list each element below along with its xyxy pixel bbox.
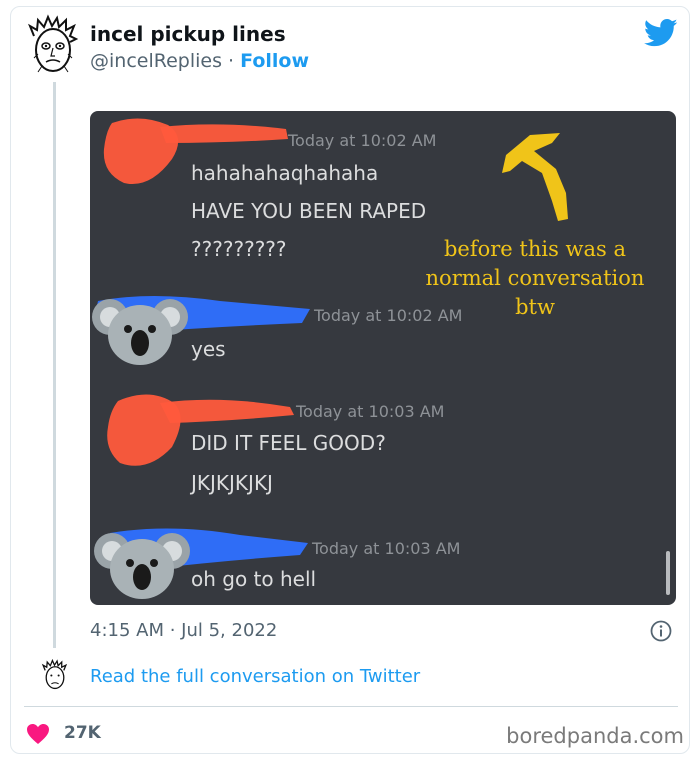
red-scribble-name-2 bbox=[160, 399, 294, 423]
message-3-line-2: JKJKJKJKJ bbox=[191, 471, 273, 495]
message-4-line-1: oh go to hell bbox=[191, 567, 317, 591]
author-avatar[interactable] bbox=[24, 14, 82, 76]
twitter-bird-icon[interactable] bbox=[644, 18, 678, 48]
author-handle[interactable]: @incelReplies bbox=[90, 50, 222, 72]
message-3-timestamp: Today at 10:03 AM bbox=[296, 402, 445, 421]
info-icon[interactable] bbox=[650, 620, 672, 642]
red-scribble-name-1 bbox=[160, 124, 288, 143]
author-handle-row: @incelReplies · Follow bbox=[90, 50, 309, 72]
like-count[interactable]: 27K bbox=[64, 723, 101, 743]
chat-screenshot[interactable]: Today at 10:02 AM hahahahaqhahaha HAVE Y… bbox=[90, 111, 676, 605]
chat-scrollbar[interactable] bbox=[666, 551, 670, 595]
divider bbox=[24, 706, 678, 707]
author-name[interactable]: incel pickup lines bbox=[90, 22, 286, 46]
annotation-line-1: before this was a bbox=[443, 237, 627, 261]
message-1-line-3: ????????? bbox=[191, 237, 287, 261]
handle-separator: · bbox=[228, 50, 235, 72]
message-1-line-2: HAVE YOU BEEN RAPED bbox=[191, 199, 427, 223]
read-conversation-link[interactable]: Read the full conversation on Twitter bbox=[90, 666, 420, 687]
message-1-timestamp: Today at 10:02 AM bbox=[288, 131, 437, 150]
heart-icon[interactable] bbox=[26, 723, 50, 745]
koala-avatar-2 bbox=[94, 533, 190, 599]
watermark: boredpanda.com bbox=[506, 724, 684, 748]
message-2-line-1: yes bbox=[191, 337, 226, 361]
thread-line bbox=[53, 82, 56, 648]
tweet-timestamp[interactable]: 4:15 AM · Jul 5, 2022 bbox=[90, 620, 277, 641]
message-1-line-1: hahahahaqhahaha bbox=[191, 161, 379, 185]
annotation-line-3: btw bbox=[515, 295, 555, 319]
koala-avatar-1 bbox=[92, 299, 188, 365]
annotation-line-2: normal conversation bbox=[425, 266, 645, 290]
author-avatar-small[interactable] bbox=[40, 656, 70, 694]
message-3-line-1: DID IT FEEL GOOD? bbox=[191, 431, 386, 455]
message-4-timestamp: Today at 10:03 AM bbox=[312, 539, 461, 558]
annotation-note: before this was a normal conversation bt… bbox=[410, 235, 660, 322]
annotation-arrow bbox=[502, 133, 568, 221]
follow-button[interactable]: Follow bbox=[240, 50, 309, 72]
